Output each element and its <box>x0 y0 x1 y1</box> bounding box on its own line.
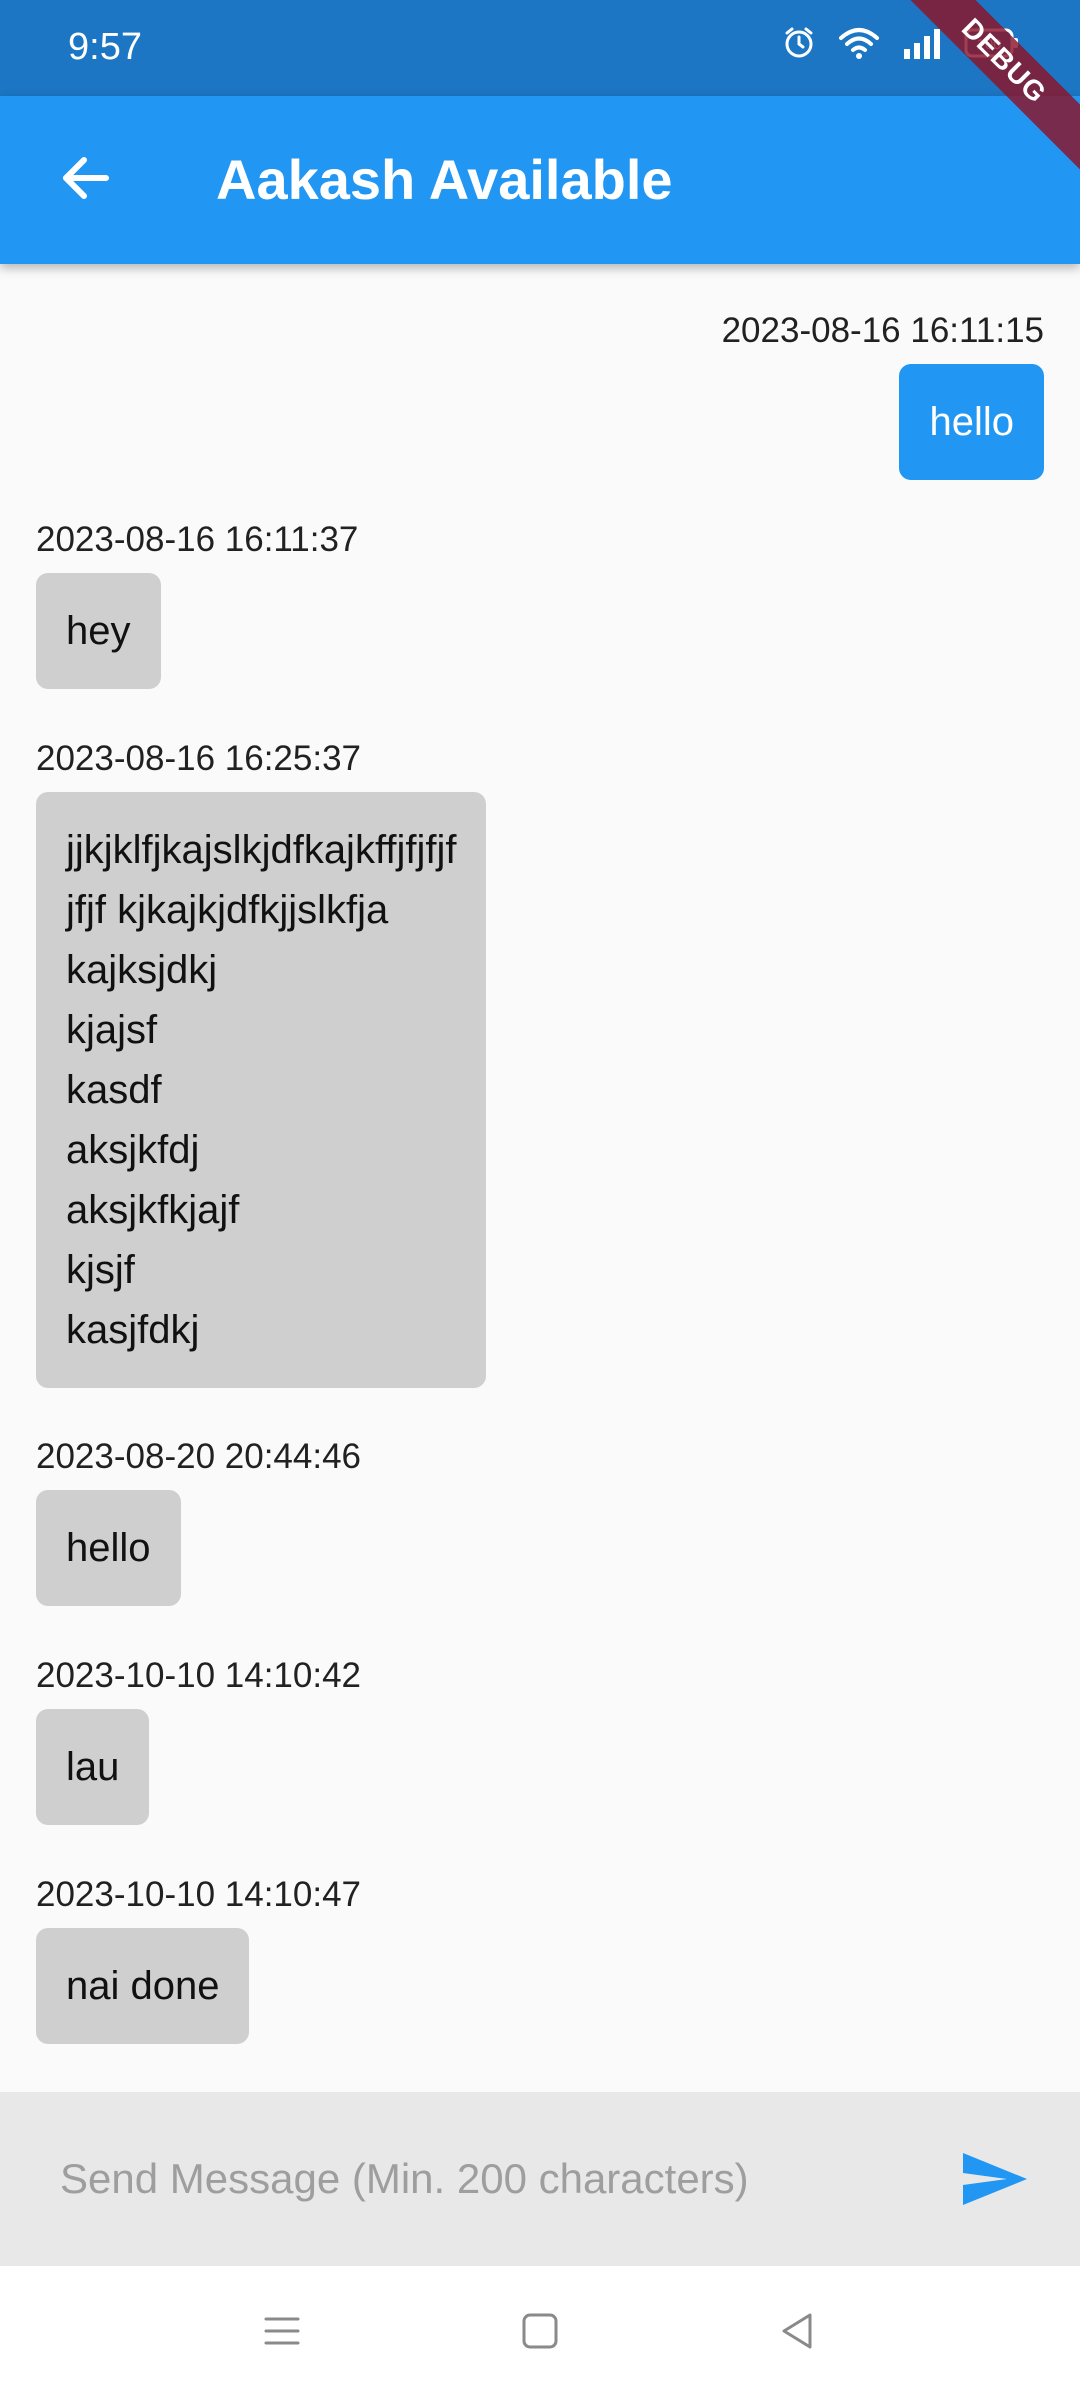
message-bubble[interactable]: hello <box>36 1490 181 1606</box>
message-bubble[interactable]: jjkjklfjkajslkjdfkajkffjfjfjf jfjf kjkaj… <box>36 792 487 1388</box>
message-incoming: 2023-08-16 16:11:37 hey <box>36 519 358 689</box>
message-bubble[interactable]: lau <box>36 1709 150 1825</box>
message-timestamp: 2023-08-16 16:25:37 <box>36 739 361 778</box>
message-incoming: 2023-08-20 20:44:46 hello <box>36 1436 361 1606</box>
system-nav-bar <box>0 2266 1080 2400</box>
home-button[interactable] <box>498 2296 582 2370</box>
status-bar: 9:57 <box>0 0 1080 96</box>
message-incoming: 2023-10-10 14:10:42 lau <box>36 1655 361 1825</box>
message-timestamp: 2023-10-10 14:10:47 <box>36 1875 361 1914</box>
menu-icon <box>262 2311 302 2356</box>
message-composer <box>0 2092 1080 2266</box>
message-bubble[interactable]: nai done <box>36 1928 250 2044</box>
back-nav-button[interactable] <box>756 2296 840 2370</box>
message-outgoing: 2023-08-16 16:11:15 hello <box>722 310 1044 480</box>
arrow-left-icon <box>56 150 112 211</box>
message-timestamp: 2023-08-20 20:44:46 <box>36 1437 361 1476</box>
triangle-back-icon <box>778 2311 818 2356</box>
back-button[interactable] <box>36 132 132 228</box>
signal-icon <box>902 27 942 59</box>
app-bar: Aakash Available <box>0 96 1080 264</box>
message-incoming: 2023-08-16 16:25:37 jjkjklfjkajslkjdfkaj… <box>36 738 487 1388</box>
recent-apps-button[interactable] <box>240 2296 324 2370</box>
message-timestamp: 2023-10-10 14:10:42 <box>36 1656 361 1695</box>
message-bubble[interactable]: hello <box>899 364 1044 480</box>
status-time: 9:57 <box>68 26 142 68</box>
message-incoming: 2023-10-10 14:10:47 nai done <box>36 1874 361 2044</box>
square-icon <box>520 2311 560 2356</box>
page-title: Aakash Available <box>216 148 673 211</box>
wifi-icon <box>838 26 880 60</box>
send-button[interactable] <box>950 2136 1040 2226</box>
send-icon <box>961 2149 1029 2214</box>
message-timestamp: 2023-08-16 16:11:37 <box>36 520 359 559</box>
message-input[interactable] <box>40 2132 900 2226</box>
chat-message-list[interactable]: 2023-08-16 16:11:15 hello 2023-08-16 16:… <box>0 264 1080 2092</box>
message-bubble[interactable]: hey <box>36 573 161 689</box>
alarm-icon <box>782 26 816 60</box>
message-timestamp: 2023-08-16 16:11:15 <box>721 311 1044 350</box>
